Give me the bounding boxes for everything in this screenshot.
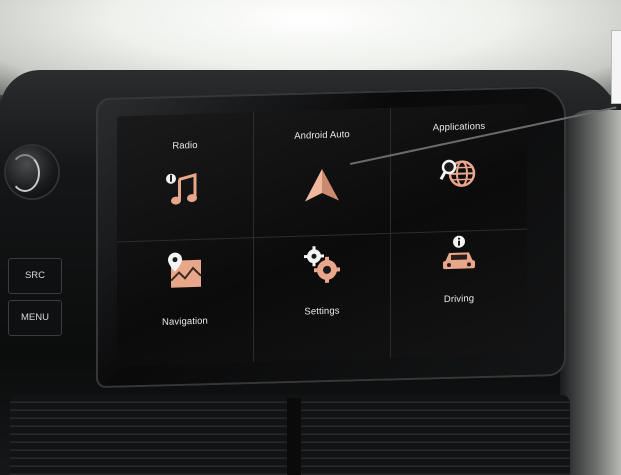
tile-label: Android Auto <box>294 129 350 142</box>
tile-android-auto[interactable]: Android Auto <box>254 108 390 237</box>
menu-button[interactable]: MENU <box>8 300 62 336</box>
tile-label: Applications <box>432 120 486 134</box>
music-note-icon <box>166 173 197 205</box>
tile-label: Driving <box>443 293 475 306</box>
tile-label: Radio <box>172 139 198 152</box>
tile-applications[interactable]: Applications <box>391 104 527 233</box>
tile-label: Navigation <box>162 315 208 329</box>
globe-search-icon <box>439 159 476 187</box>
car-info-icon <box>443 235 475 270</box>
tile-driving[interactable]: Driving <box>391 230 527 359</box>
src-button[interactable]: SRC <box>8 258 62 294</box>
android-auto-arrow-icon <box>305 169 339 202</box>
tile-settings[interactable]: Settings <box>254 234 390 363</box>
knob-ring <box>10 154 40 192</box>
tile-radio[interactable]: Radio <box>117 112 253 241</box>
sticker <box>611 30 621 104</box>
tile-label: Settings <box>304 305 340 318</box>
vent-divider <box>287 398 301 475</box>
infotainment-screen: Radio Android Auto Applications Navigati… <box>117 103 527 367</box>
tile-navigation[interactable]: Navigation <box>117 238 253 366</box>
map-pin-icon <box>168 252 202 288</box>
gears-icon <box>304 246 340 283</box>
